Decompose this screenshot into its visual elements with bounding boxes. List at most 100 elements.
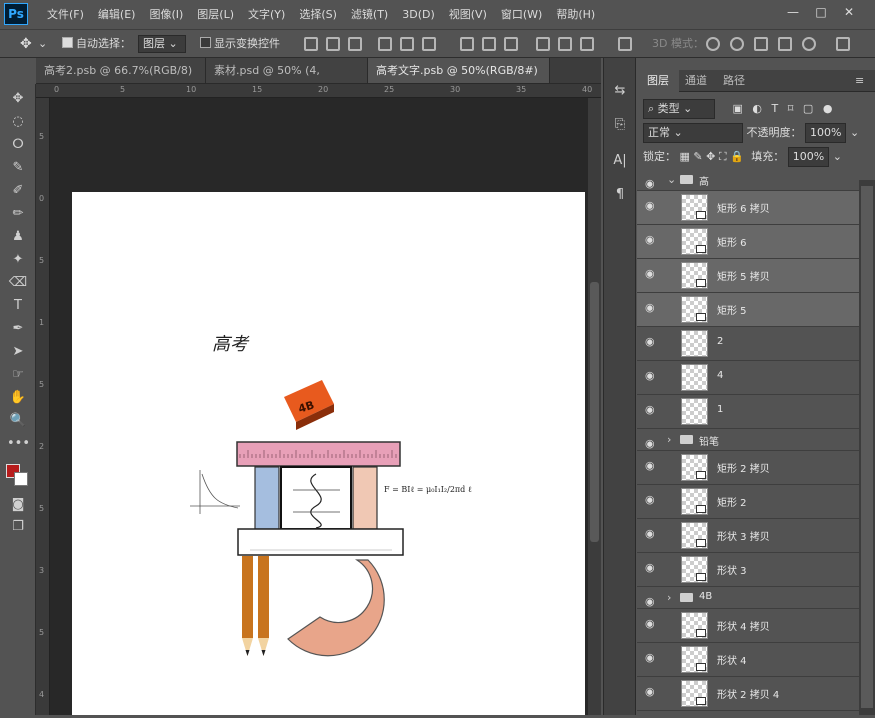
brush-icon[interactable]: ✏ <box>7 205 29 223</box>
layer-row[interactable]: ◉ 矩形 6 <box>637 225 859 259</box>
pen-tool-icon[interactable]: ✒ <box>7 320 29 338</box>
3d-rotate-icon[interactable] <box>706 37 720 51</box>
layer-row[interactable]: ◉ 矩形 5 拷贝 <box>637 259 859 293</box>
layers-scroll-thumb[interactable] <box>861 186 873 708</box>
tab-channels[interactable]: 通道 <box>675 70 717 92</box>
document-canvas[interactable]: 高考 4B F = BIℓ = μ₀I₁I₂/2πd ℓ <box>72 192 585 715</box>
distribute-vcenter-icon[interactable] <box>482 37 496 51</box>
distribute-hcenter-icon[interactable] <box>558 37 572 51</box>
menu-item[interactable]: 图层(L) <box>190 7 241 23</box>
show-transform-option[interactable]: 显示变换控件 <box>200 36 280 52</box>
menu-item[interactable]: 文字(Y) <box>241 7 292 23</box>
tab-paths[interactable]: 路径 <box>713 70 755 92</box>
move-tool-icon[interactable]: ✥ <box>7 90 29 108</box>
fill-input[interactable]: 100% <box>787 147 830 167</box>
visibility-eye-icon[interactable]: ◉ <box>645 178 659 189</box>
zoom-tool-icon[interactable]: 🔍 <box>7 412 29 430</box>
lock-transparent-icon[interactable]: ▦ <box>680 150 690 163</box>
lasso-tool-icon[interactable]: ⵔ <box>7 136 29 154</box>
layer-row[interactable]: ◉ 4 <box>637 361 859 395</box>
layer-group[interactable]: ◉ › 铅笔 <box>637 429 859 451</box>
visibility-eye-icon[interactable]: ◉ <box>645 686 659 697</box>
filter-shape-icon[interactable]: ⌑ <box>788 102 794 115</box>
filter-kind-dropdown[interactable]: ⌕ 类型 ⌄ <box>643 99 715 119</box>
stamp-icon[interactable]: ♟ <box>7 228 29 246</box>
opacity-input[interactable]: 100% <box>805 123 847 143</box>
history-brush-icon[interactable]: ✦ <box>7 251 29 269</box>
tool-preset-chevron-icon[interactable]: ⌄ <box>38 36 47 52</box>
canvas-scroll-thumb[interactable] <box>590 282 599 542</box>
tab-sucai[interactable]: 素材.psd @ 50% (4, RGB/8) * × <box>206 58 368 102</box>
visibility-eye-icon[interactable]: ◉ <box>645 596 659 607</box>
menu-item[interactable]: 窗口(W) <box>494 7 549 23</box>
filter-adjust-icon[interactable]: ◐ <box>752 102 762 115</box>
align-left-icon[interactable] <box>378 37 392 51</box>
opacity-chevron-icon[interactable]: ⌄ <box>850 126 859 139</box>
group-chevron-icon[interactable]: ⌄ <box>667 173 676 186</box>
visibility-eye-icon[interactable]: ◉ <box>645 370 659 381</box>
lock-artboard-icon[interactable]: ⛶ <box>719 150 727 163</box>
history-panel-icon[interactable]: ⇆ <box>609 80 631 102</box>
custom-shape-icon[interactable]: ☞ <box>7 366 29 384</box>
visibility-eye-icon[interactable]: ◉ <box>645 302 659 313</box>
fill-chevron-icon[interactable]: ⌄ <box>833 150 842 163</box>
auto-select-target-dropdown[interactable]: 图层 ⌄ <box>138 35 186 53</box>
layer-group[interactable]: ◉ ⌄ 高 <box>637 169 859 191</box>
layer-row[interactable]: ◉ 形状 3 拷贝 <box>637 519 859 553</box>
visibility-eye-icon[interactable]: ◉ <box>645 652 659 663</box>
search-icon[interactable] <box>802 37 816 51</box>
type-tool-icon[interactable]: T <box>7 297 29 315</box>
layer-row[interactable]: ◉ 矩形 2 拷贝 <box>637 451 859 485</box>
panel-menu-icon[interactable]: ≡ <box>855 74 864 87</box>
paragraph-panel-icon[interactable]: ¶ <box>609 184 631 206</box>
visibility-eye-icon[interactable]: ◉ <box>645 438 659 449</box>
menu-item[interactable]: 编辑(E) <box>91 7 143 23</box>
menu-item[interactable]: 视图(V) <box>442 7 494 23</box>
layer-row[interactable]: ◉ 形状 4 拷贝 <box>637 609 859 643</box>
close-window-button[interactable]: ✕ <box>838 3 860 21</box>
minimize-button[interactable]: — <box>782 3 804 21</box>
hand-tool-icon[interactable]: ✋ <box>7 389 29 407</box>
group-chevron-icon[interactable]: › <box>667 433 671 446</box>
layer-row[interactable]: ◉ 形状 3 <box>637 553 859 587</box>
group-chevron-icon[interactable]: › <box>667 591 671 604</box>
eyedropper-icon[interactable]: ✐ <box>7 182 29 200</box>
tab-gaokao-wenzi[interactable]: 高考文字.psb @ 50%(RGB/8#) * × <box>368 58 550 102</box>
auto-align-icon[interactable] <box>618 37 632 51</box>
visibility-eye-icon[interactable]: ◉ <box>645 618 659 629</box>
align-right-icon[interactable] <box>422 37 436 51</box>
layer-row[interactable]: ◉ 矩形 2 <box>637 485 859 519</box>
distribute-bottom-icon[interactable] <box>504 37 518 51</box>
layer-row[interactable]: ◉ 2 <box>637 327 859 361</box>
magic-wand-icon[interactable]: ✎ <box>7 159 29 177</box>
filter-pixel-icon[interactable]: ▣ <box>733 102 743 115</box>
layer-row[interactable]: ◉ 形状 4 <box>637 643 859 677</box>
visibility-eye-icon[interactable]: ◉ <box>645 562 659 573</box>
maximize-button[interactable]: □ <box>810 3 832 21</box>
show-transform-checkbox[interactable] <box>200 37 211 48</box>
3d-roll-icon[interactable] <box>730 37 744 51</box>
align-vcenter-icon[interactable] <box>326 37 340 51</box>
menu-item[interactable]: 文件(F) <box>40 7 91 23</box>
3d-pan-icon[interactable] <box>754 37 768 51</box>
path-select-icon[interactable]: ➤ <box>7 343 29 361</box>
menu-item[interactable]: 帮助(H) <box>549 7 602 23</box>
tab-layers[interactable]: 图层 <box>637 70 679 92</box>
menu-item[interactable]: 滤镜(T) <box>344 7 395 23</box>
blend-mode-dropdown[interactable]: 正常 ⌄ <box>643 123 743 143</box>
character-panel-icon[interactable]: A| <box>609 150 631 172</box>
auto-select-option[interactable]: 自动选择： <box>62 36 131 52</box>
visibility-eye-icon[interactable]: ◉ <box>645 460 659 471</box>
layer-group[interactable]: ◉ › 4B <box>637 587 859 609</box>
align-top-icon[interactable] <box>304 37 318 51</box>
lock-paint-icon[interactable]: ✎ <box>693 150 702 163</box>
layer-row[interactable]: ◉ 矩形 6 拷贝 <box>637 191 859 225</box>
visibility-eye-icon[interactable]: ◉ <box>645 404 659 415</box>
visibility-eye-icon[interactable]: ◉ <box>645 234 659 245</box>
filter-text-icon[interactable]: T <box>772 102 779 115</box>
marquee-tool-icon[interactable]: ◌ <box>7 113 29 131</box>
3d-slide-icon[interactable] <box>778 37 792 51</box>
workspace-icon[interactable] <box>836 37 850 51</box>
visibility-eye-icon[interactable]: ◉ <box>645 494 659 505</box>
eraser-icon[interactable]: ⌫ <box>7 274 29 292</box>
